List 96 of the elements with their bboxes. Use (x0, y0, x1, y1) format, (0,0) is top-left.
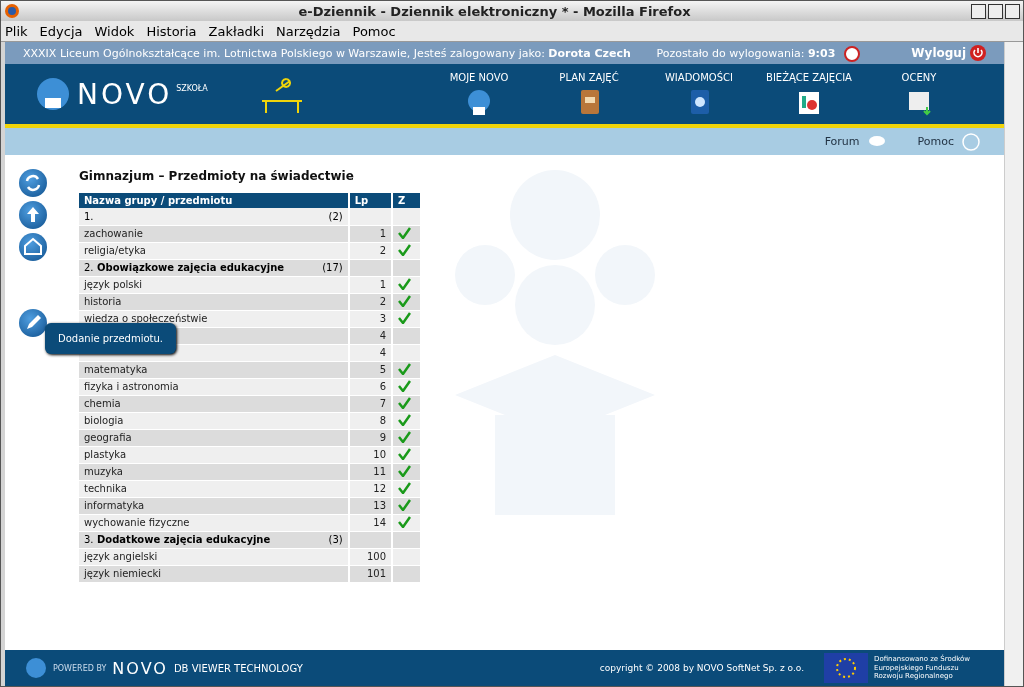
check-icon (398, 413, 412, 426)
subject-name: wychowanie fizyczne (84, 517, 190, 528)
lp-number: 8 (379, 415, 387, 426)
subject-name: biologia (84, 415, 124, 426)
lp-number: 1 (379, 279, 387, 290)
group-name: 3. Dodatkowe zajęcia edukacyjne (84, 534, 271, 545)
subject-name: język niemiecki (84, 568, 162, 579)
lp-number: 10 (373, 449, 387, 460)
nav-link[interactable]: Pomoc (917, 132, 980, 151)
lp-number: 2 (379, 245, 387, 256)
lp-number: 14 (373, 517, 387, 528)
subject-name: zachowanie (84, 228, 143, 239)
nav-item[interactable]: MOJE NOVO (424, 71, 534, 117)
subject-name: geografia (84, 432, 132, 443)
subject-name: język angielski (84, 551, 158, 562)
check-icon (398, 515, 412, 528)
lp-number: 11 (373, 466, 387, 477)
check-icon (398, 277, 412, 290)
menu-item[interactable]: Narzędzia (276, 23, 341, 39)
check-icon (398, 396, 412, 409)
check-icon (398, 311, 412, 324)
tooltip: Dodanie przedmiotu. (45, 323, 177, 354)
check-icon (398, 226, 412, 239)
check-icon (398, 379, 412, 392)
nav-item[interactable]: PLAN ZAJĘĆ (534, 71, 644, 117)
tool-button[interactable] (19, 233, 47, 261)
lp-number: 6 (379, 381, 387, 392)
tool-button[interactable] (19, 201, 47, 229)
home-icon (22, 236, 44, 258)
lp-number: 4 (379, 347, 387, 358)
check-icon (398, 430, 412, 443)
subject-name: historia (84, 296, 122, 307)
lp-number: 2 (379, 296, 387, 307)
column-header: Nazwa grupy / przedmiotu (79, 193, 349, 208)
copyright: copyright © 2008 by NOVO SoftNet Sp. z o.o. (599, 663, 804, 673)
check-icon (398, 464, 412, 477)
lp-number: 100 (366, 551, 387, 562)
footer-logo-text: NOVO (112, 658, 168, 678)
menu-item[interactable]: Historia (146, 23, 197, 39)
logout-timer: Pozostało do wylogowania: 9:03 (656, 46, 836, 60)
subject-name: wiedza o społeczeństwie (84, 313, 208, 324)
menu-item[interactable]: Plik (5, 23, 28, 39)
subject-name: religia/etyka (84, 245, 146, 256)
menu-item[interactable]: Edycja (39, 23, 83, 39)
subject-name: fizyka i astronomia (84, 381, 179, 392)
subject-name: informatyka (84, 500, 145, 511)
lp-number: 7 (379, 398, 387, 409)
logo-icon (35, 76, 71, 112)
check-icon (398, 362, 412, 375)
menu-item[interactable]: Widok (94, 23, 135, 39)
group-count: (2) (328, 210, 343, 222)
nav-link[interactable]: Forum (824, 134, 886, 149)
firefox-icon (4, 3, 20, 19)
menu-item[interactable]: Pomoc (352, 23, 396, 39)
subject-name: chemia (84, 398, 121, 409)
nav-item[interactable]: BIEŻĄCE ZAJĘCIA (754, 71, 864, 117)
lp-number: 1 (379, 228, 387, 239)
logo-icon (25, 657, 47, 679)
check-icon (398, 447, 412, 460)
power-icon[interactable] (970, 45, 986, 61)
subject-name: technika (84, 483, 127, 494)
logo-text: NOVO (77, 77, 173, 111)
lp-number: 5 (379, 364, 387, 375)
column-header: Lp (348, 193, 393, 208)
nav-item[interactable]: OCENY (864, 71, 974, 117)
scrollbar[interactable] (1004, 42, 1023, 686)
subject-name: muzyka (84, 466, 123, 477)
tool-button[interactable] (19, 309, 47, 337)
lp-number: 9 (379, 432, 387, 443)
login-info: XXXIX Liceum Ogólnokształcące im. Lotnictwa Polskiego w Warszawie, Jesteś zalogowany jako: Dorota Czech (23, 46, 632, 60)
subject-name: matematyka (84, 364, 148, 375)
flag-icon (824, 653, 868, 683)
nav-item[interactable]: WIADOMOŚCI (644, 71, 754, 117)
group-name: 1. (84, 210, 94, 222)
subject-name: język polski (84, 279, 143, 290)
check-icon (398, 498, 412, 511)
group-name: 2. Obowiązkowe zajęcia edukacyjne (84, 262, 285, 273)
tool-button[interactable] (19, 169, 47, 197)
column-header: Z (392, 193, 421, 208)
subject-name: plastyka (84, 449, 127, 460)
lp-number: 4 (379, 330, 387, 341)
check-icon (398, 481, 412, 494)
powered-by: POWERED BY (53, 663, 107, 673)
logo-subtitle: SZKOŁA (176, 84, 208, 93)
check-icon (398, 294, 412, 307)
page-title: Gimnazjum – Przedmioty na świadectwie (79, 169, 355, 183)
menu-item[interactable]: Zakładki (208, 23, 264, 39)
check-icon (398, 243, 412, 256)
lp-number: 12 (373, 483, 387, 494)
lp-number: 101 (366, 568, 387, 579)
group-count: (3) (328, 534, 343, 545)
window-title: e-Dziennik - Dziennik elektroniczny * - Mozilla Firefox (297, 3, 692, 19)
group-count: (17) (322, 262, 343, 273)
lp-number: 3 (379, 313, 387, 324)
technology-label: DB VIEWER TECHNOLOGY (173, 662, 303, 674)
lp-number: 13 (373, 500, 387, 511)
